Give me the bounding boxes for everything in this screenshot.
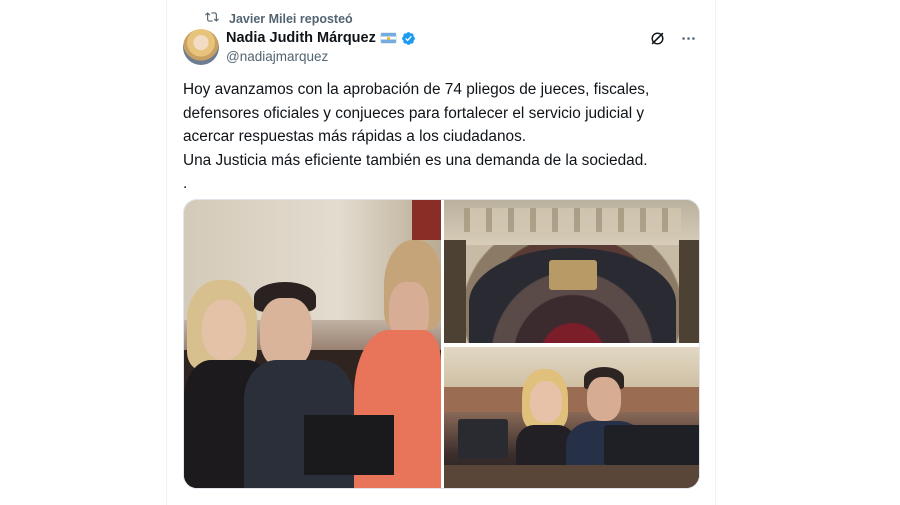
argentina-flag-icon [380,33,396,43]
more-options-icon[interactable] [680,30,697,47]
tweet-line: Una Justicia más eficiente también es un… [183,151,648,169]
tweet-top-actions [649,30,697,47]
repost-label: Javier Milei reposteó [229,11,353,26]
repost-indicator[interactable]: Javier Milei reposteó [205,10,353,27]
verified-badge-icon[interactable] [401,31,416,46]
photo-senators-conversation[interactable] [184,200,441,488]
author-row: Nadia Judith Márquez [226,30,416,46]
avatar[interactable] [183,29,219,65]
photo-two-senators-seated[interactable] [444,347,699,488]
photo-senate-chamber-overview[interactable] [444,200,699,343]
tweet-line: defensores oficiales y conjueces para fo… [183,104,645,122]
author-name[interactable]: Nadia Judith Márquez [226,30,376,46]
media-grid [183,199,700,489]
tweet-text: Hoy avanzamos con la aprobación de 74 pl… [183,78,683,196]
tweet-line: Hoy avanzamos con la aprobación de 74 pl… [183,81,650,98]
repost-icon [205,10,219,27]
grok-icon[interactable] [649,30,666,47]
tweet-line: acercar respuestas más rápidas a los ciu… [183,128,527,145]
author-handle[interactable]: @nadiajmarquez [226,49,328,64]
tweet-line: . [183,175,188,192]
tweet-card[interactable]: Javier Milei reposteó Nadia Judith Márqu… [166,0,716,505]
